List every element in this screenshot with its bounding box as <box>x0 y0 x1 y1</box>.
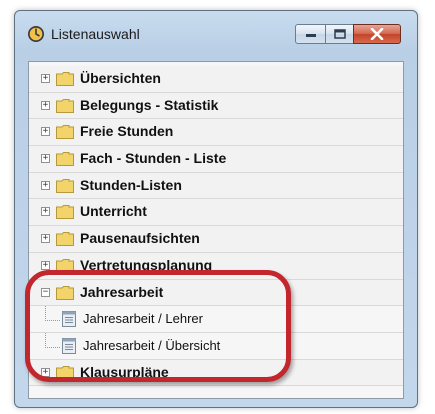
folder-icon <box>56 285 74 300</box>
title-bar[interactable]: Listenauswahl <box>15 11 417 57</box>
tree-item-label: Belegungs - Statistik <box>80 96 219 113</box>
tree-leaf-label: Jahresarbeit / Übersicht <box>83 337 221 353</box>
tree-item-stunden-listen[interactable]: + Stunden-Listen <box>29 172 403 200</box>
expand-icon[interactable]: + <box>41 74 50 83</box>
folder-icon <box>56 72 74 86</box>
folder-icon <box>56 98 74 113</box>
folder-icon <box>56 258 74 273</box>
tree-item-pausenaufsichten[interactable]: + Pausenaufsichten <box>29 226 403 253</box>
tree-item-vertretungsplanung[interactable]: + Vertretungsplanung <box>29 252 403 280</box>
folder-icon <box>56 178 74 193</box>
list-tree: + Übersichten + Belegungs - Statistik + … <box>29 66 403 387</box>
maximize-button[interactable] <box>325 24 354 44</box>
folder-icon <box>56 125 74 140</box>
collapse-icon[interactable]: − <box>41 287 50 297</box>
expand-icon[interactable]: + <box>41 367 50 377</box>
tree-item-unterricht[interactable]: + Unterricht <box>29 199 403 227</box>
globe-clock-icon <box>28 26 44 42</box>
tree-connector <box>45 306 60 322</box>
tree-item-label: Stunden-Listen <box>80 176 182 193</box>
report-document-icon <box>62 337 76 354</box>
tree-item-jahresarbeit[interactable]: − Jahresarbeit <box>29 279 403 307</box>
minimize-button[interactable] <box>295 24 326 44</box>
minimize-icon <box>305 34 316 37</box>
tree-leaf-jahresarbeit-uebersicht[interactable]: Jahresarbeit / Übersicht <box>29 332 403 360</box>
maximize-icon <box>333 29 346 39</box>
tree-item-uebersichten[interactable]: + Übersichten <box>29 66 403 93</box>
expand-icon[interactable]: + <box>41 180 50 190</box>
tree-item-klausurplaene[interactable]: + Klausurpläne <box>29 359 403 387</box>
tree-item-label: Unterricht <box>80 203 147 220</box>
folder-icon <box>56 232 74 247</box>
close-button[interactable] <box>353 24 401 44</box>
expand-icon[interactable]: + <box>41 127 50 137</box>
tree-item-freie-stunden[interactable]: + Freie Stunden <box>29 119 403 147</box>
folder-icon <box>56 152 74 167</box>
tree-item-label: Freie Stunden <box>80 123 174 140</box>
tree-item-label: Jahresarbeit <box>80 283 164 300</box>
tree-item-label: Klausurpläne <box>80 363 169 380</box>
expand-icon[interactable]: + <box>41 207 50 217</box>
expand-icon[interactable]: + <box>41 260 50 270</box>
tree-item-label: Fach - Stunden - Liste <box>80 150 227 167</box>
expand-icon[interactable]: + <box>41 154 50 164</box>
tree-item-label: Vertretungsplanung <box>80 256 213 273</box>
tree-item-label: Übersichten <box>80 70 161 86</box>
expand-icon[interactable]: + <box>41 234 50 244</box>
folder-icon <box>56 205 74 220</box>
report-document-icon <box>62 311 76 328</box>
list-panel[interactable]: + Übersichten + Belegungs - Statistik + … <box>28 61 404 399</box>
expand-icon[interactable]: + <box>41 100 50 110</box>
listenauswahl-window: Listenauswahl + Übersichten + Belegungs … <box>14 10 418 408</box>
tree-connector <box>45 332 60 348</box>
tree-leaf-jahresarbeit-lehrer[interactable]: Jahresarbeit / Lehrer <box>29 306 403 333</box>
tree-leaf-label: Jahresarbeit / Lehrer <box>83 311 203 327</box>
tree-item-belegungs-statistik[interactable]: + Belegungs - Statistik <box>29 92 403 120</box>
window-title: Listenauswahl <box>51 26 140 42</box>
folder-icon <box>56 365 74 380</box>
close-icon <box>370 28 384 40</box>
tree-item-fach-stunden-liste[interactable]: + Fach - Stunden - Liste <box>29 146 403 173</box>
tree-item-label: Pausenaufsichten <box>80 230 200 247</box>
